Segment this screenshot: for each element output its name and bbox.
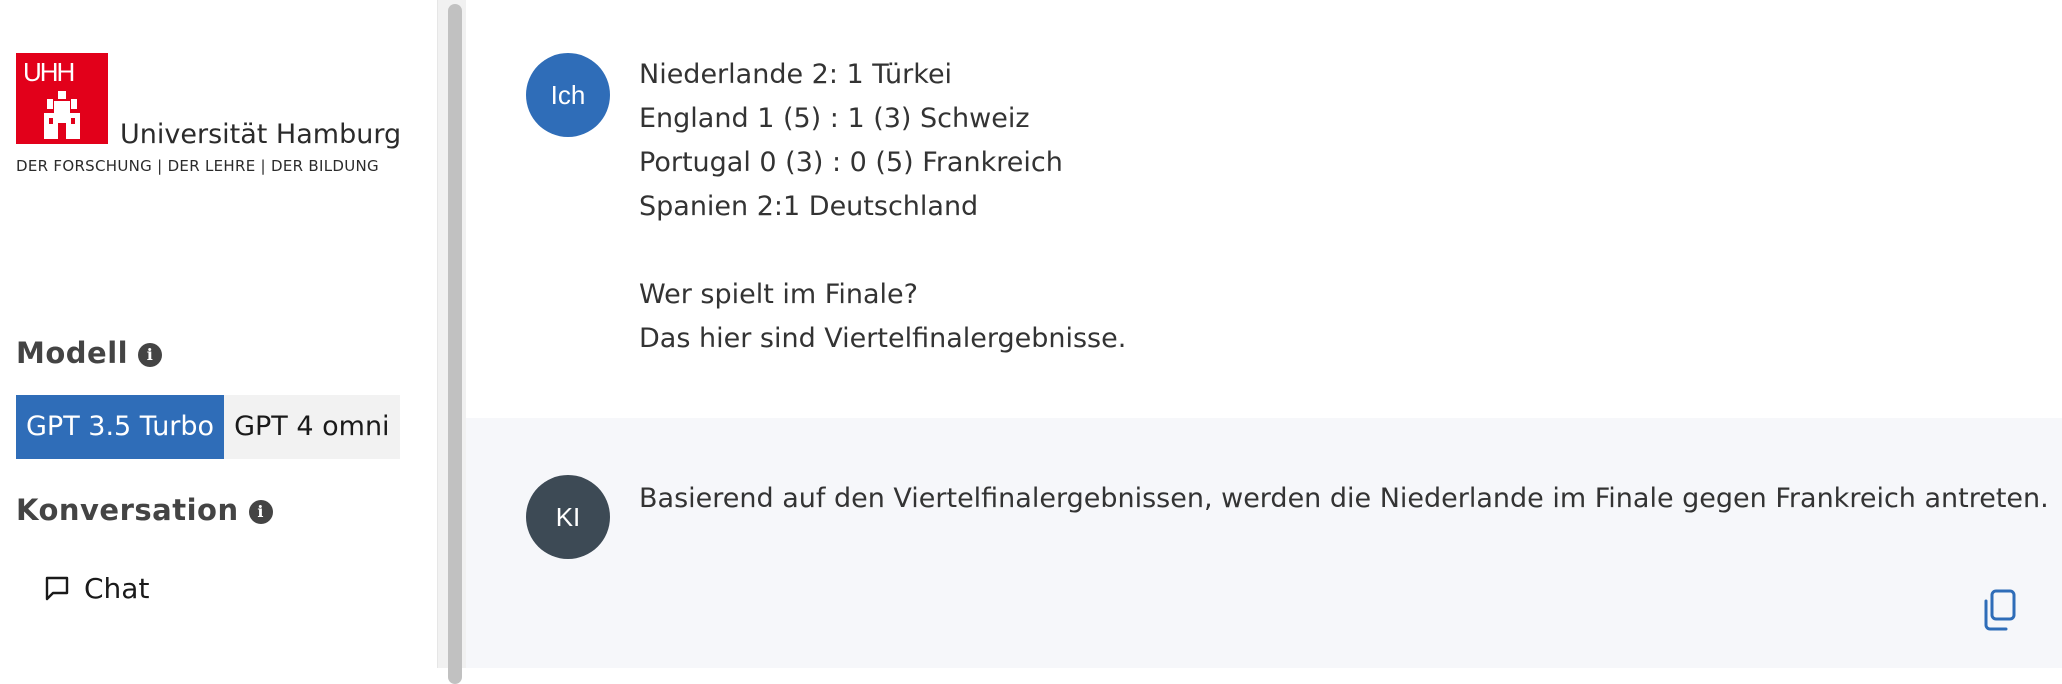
chat-bubble-icon	[45, 576, 69, 601]
model-option-gpt35-turbo[interactable]: GPT 3.5 Turbo	[16, 395, 225, 459]
university-name: Universität Hamburg	[120, 119, 402, 150]
copy-button[interactable]	[1980, 588, 2020, 632]
model-section-title: Modell i	[16, 336, 163, 370]
sidebar-item-label: Chat	[84, 571, 150, 605]
sidebar-scrollbar[interactable]	[438, 0, 466, 684]
sidebar: UHH Universität Hamburg DER FORSCHUNG | …	[0, 0, 438, 668]
scrollbar-thumb[interactable]	[448, 4, 462, 684]
user-message-text: Niederlande 2: 1 Türkei England 1 (5) : …	[639, 59, 1127, 354]
conversation-section-label: Konversation	[16, 493, 239, 527]
ai-message: KI Basierend auf den Viertelfinalergebni…	[466, 418, 2062, 668]
sidebar-item-chat[interactable]: Chat	[44, 568, 149, 608]
logo-mark-text: UHH	[23, 57, 75, 87]
university-logo[interactable]: UHH Universität Hamburg DER FORSCHUNG | …	[16, 53, 401, 177]
university-tagline: DER FORSCHUNG | DER LEHRE | DER BILDUNG	[16, 157, 379, 175]
ai-avatar: KI	[526, 475, 610, 559]
model-toggle: GPT 3.5 Turbo GPT 4 omni	[16, 395, 400, 459]
chat-area: Ich Niederlande 2: 1 Türkei England 1 (5…	[466, 0, 2062, 668]
info-icon[interactable]: i	[138, 343, 163, 367]
conversation-section-title: Konversation i	[16, 493, 273, 527]
ai-message-text: Basierend auf den Viertelfinalergebnisse…	[639, 483, 2049, 514]
user-message: Ich Niederlande 2: 1 Türkei England 1 (5…	[466, 0, 2062, 418]
user-avatar: Ich	[526, 53, 610, 137]
info-icon[interactable]: i	[248, 500, 273, 524]
model-section-label: Modell	[16, 336, 129, 370]
copy-icon	[1984, 589, 2016, 631]
logo-mark: UHH	[16, 53, 108, 144]
castle-icon	[44, 91, 80, 139]
model-option-gpt4-omni[interactable]: GPT 4 omni	[224, 395, 400, 459]
